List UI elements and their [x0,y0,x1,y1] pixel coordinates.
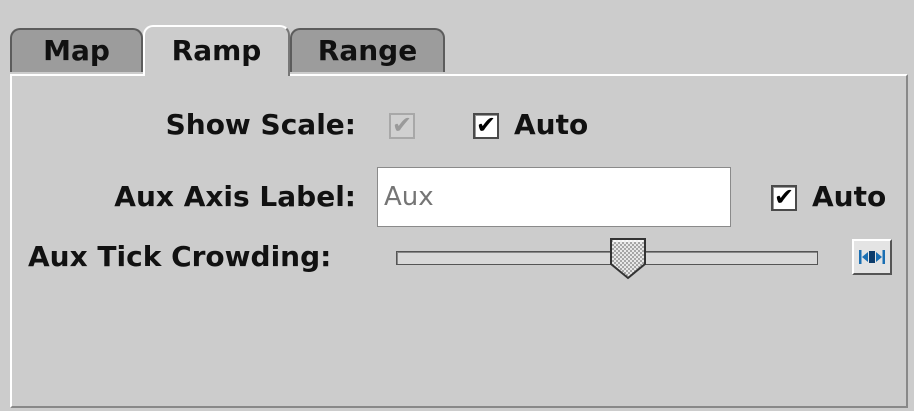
check-icon: ✔ [475,111,497,139]
show-scale-auto-checkbox[interactable]: ✔ [473,113,499,139]
aux-axis-label-auto-label: Auto [812,180,887,213]
show-scale-checkbox[interactable]: ✔ [389,113,415,139]
check-icon: ✔ [773,183,795,211]
center-reset-button[interactable] [852,239,892,275]
aux-tick-crowding-label: Aux Tick Crowding: [28,240,332,273]
check-icon: ✔ [391,111,413,139]
center-reset-icon [859,250,885,264]
show-scale-label: Show Scale: [165,108,356,141]
aux-axis-label-label: Aux Axis Label: [114,180,356,213]
aux-axis-label-input[interactable] [377,167,731,227]
tab-ramp-label: Ramp [171,34,262,67]
tab-map-label: Map [43,33,110,67]
aux-tick-crowding-slider[interactable] [396,251,818,265]
tab-range-label: Range [317,33,418,67]
tab-ramp[interactable]: Ramp [143,25,290,76]
show-scale-auto-label: Auto [514,108,589,141]
aux-axis-label-auto-checkbox[interactable]: ✔ [771,185,797,211]
tab-map[interactable]: Map [10,28,143,72]
tab-range[interactable]: Range [290,28,445,72]
slider-thumb[interactable] [608,236,648,280]
